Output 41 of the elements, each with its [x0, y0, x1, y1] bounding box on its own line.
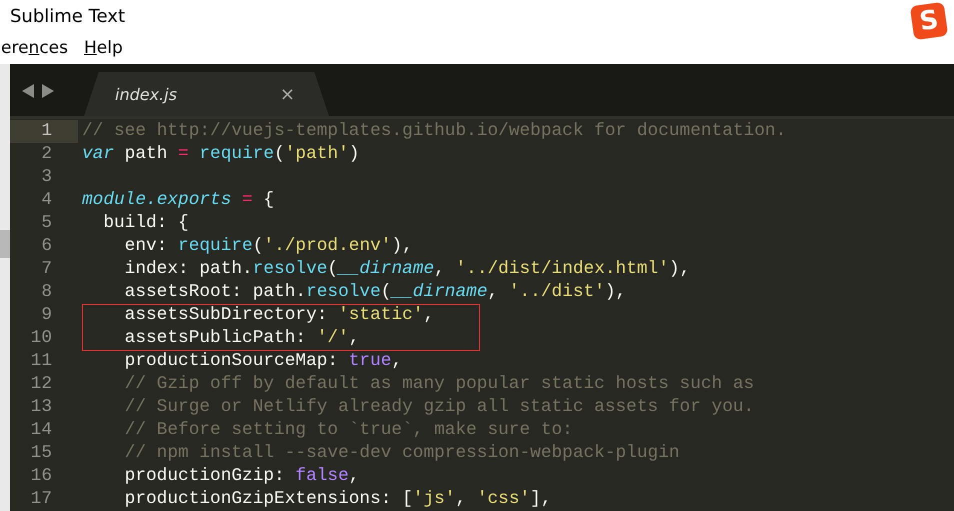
code-line: var path = require('path')	[81, 143, 360, 166]
line-number: 15	[30, 442, 53, 465]
code-line: assetsRoot: path.resolve(__dirname, '../dist'),	[124, 281, 626, 304]
menu-item[interactable]: Help	[84, 38, 123, 58]
code-line: // see http://vuejs-templates.github.io/webpack for documentation.	[81, 120, 786, 143]
line-number: 9	[40, 304, 53, 327]
code-line: productionGzipExtensions: ['js', 'css'],	[124, 488, 552, 511]
code-line: productionGzip: false,	[124, 465, 360, 488]
line-number: 2	[40, 143, 53, 166]
right-arrow-icon[interactable]	[42, 84, 54, 98]
code-line: // Gzip off by default as many popular static hosts such as	[124, 373, 754, 396]
line-number: 8	[40, 281, 53, 304]
line-number: 16	[30, 465, 53, 488]
code-line: // npm install --save-dev compression-webpack-plugin	[124, 442, 680, 465]
line-number: 5	[40, 212, 53, 235]
code-line: env: require('./prod.env'),	[124, 235, 413, 258]
window-title: Sublime Text	[9, 6, 125, 26]
line-number: 17	[30, 488, 53, 511]
line-number: 10	[30, 327, 53, 350]
code-line: assetsPublicPath: '/',	[124, 327, 360, 350]
left-arrow-icon[interactable]	[22, 84, 34, 98]
code-line: // Surge or Netlify already gzip all static assets for you.	[124, 396, 754, 419]
code-line: // Before setting to `true`, make sure to:	[124, 419, 573, 442]
line-number: 13	[30, 396, 53, 419]
line-number: 6	[40, 235, 53, 258]
file-tab[interactable]: index.js ×	[84, 72, 329, 116]
code-line: productionSourceMap: true,	[124, 350, 402, 373]
app-logo[interactable]: S	[910, 2, 948, 40]
line-number: 7	[40, 258, 53, 281]
line-number: 12	[30, 373, 53, 396]
line-number: 14	[30, 419, 53, 442]
code-line: module.exports = {	[81, 189, 274, 212]
code-line: assetsSubDirectory: 'static',	[124, 304, 434, 327]
menu-item[interactable]: erences	[1, 38, 68, 58]
code-line: index: path.resolve(__dirname, '../dist/index.html'),	[124, 258, 690, 281]
line-number: 11	[30, 350, 53, 373]
line-number: 4	[40, 189, 53, 212]
line-number: 3	[40, 166, 53, 189]
line-number: 1	[10, 120, 78, 143]
code-line: build: {	[102, 212, 189, 235]
close-icon[interactable]: ×	[280, 84, 295, 104]
